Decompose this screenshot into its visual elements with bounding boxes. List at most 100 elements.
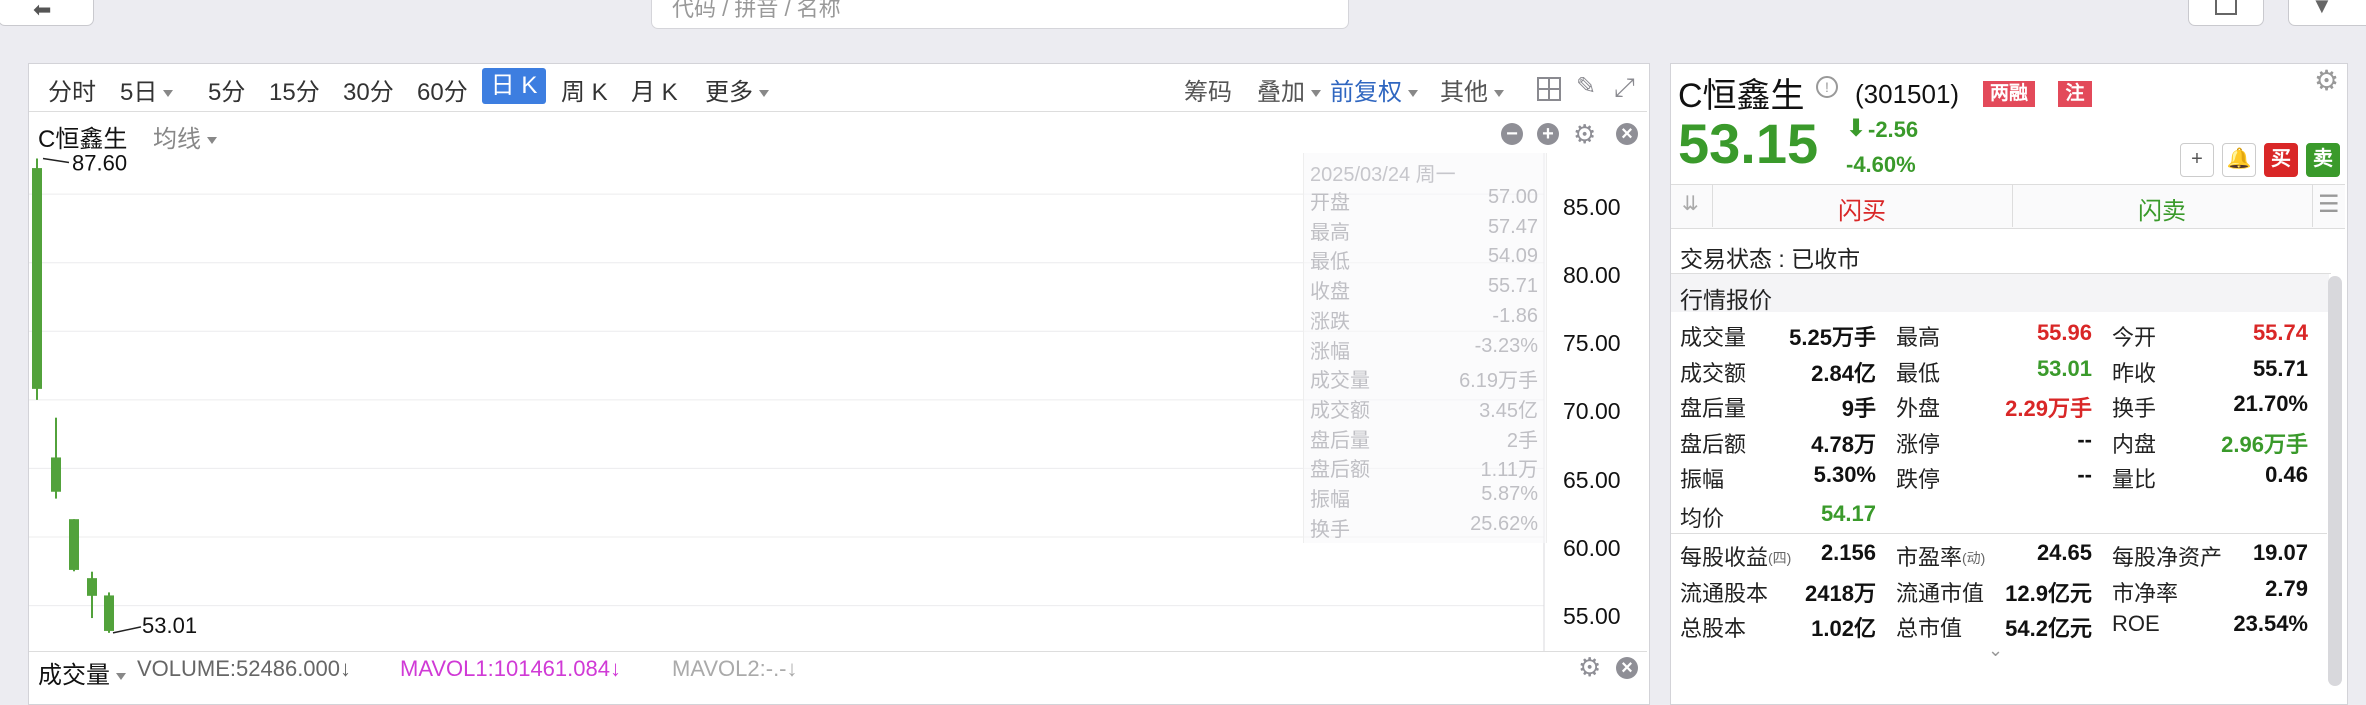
price-axis-label: 60.00 xyxy=(1563,535,1621,561)
tab-15min[interactable]: 15分 xyxy=(269,72,320,107)
quote-value: 21.70% xyxy=(2233,391,2308,416)
quote-key-sub: (动) xyxy=(1962,550,1986,566)
hover-info-key: 盘后量 xyxy=(1310,429,1370,452)
quote-key: 量比 xyxy=(2112,467,2157,492)
grid-divider xyxy=(1671,533,2327,534)
menu-icon[interactable]: ☰ xyxy=(2318,190,2340,219)
quote-value: 2.79 xyxy=(2265,575,2308,601)
pencil-icon[interactable]: ✎ xyxy=(1576,72,1596,101)
quote-key: 跌停 xyxy=(1896,467,1941,492)
other-button[interactable]: 其他 xyxy=(1440,72,1504,107)
arrow-left-icon: ⬅ xyxy=(33,0,52,22)
collapse-icon[interactable]: ⇊ xyxy=(1682,191,1699,216)
quote-key: 盘后量 xyxy=(1680,396,1747,421)
hover-info-value: 2手 xyxy=(1506,429,1538,452)
tab-more[interactable]: 更多 xyxy=(705,72,769,107)
quote-key: 总市值 xyxy=(1896,616,1963,641)
price-axis-label: 80.00 xyxy=(1563,262,1621,288)
flash-buy-button[interactable]: 闪买 xyxy=(1712,191,2012,226)
tab-60min[interactable]: 60分 xyxy=(417,72,468,107)
tab-fenshi[interactable]: 分时 xyxy=(48,72,96,107)
candle-body xyxy=(69,519,79,570)
chips-button[interactable]: 筹码 xyxy=(1184,72,1232,107)
volume-settings-icon[interactable]: ⚙ xyxy=(1578,652,1601,683)
register-badge: 注 xyxy=(2058,81,2092,107)
hover-info-value: 57.47 xyxy=(1487,215,1538,238)
candle-body xyxy=(51,457,61,492)
add-watchlist-button[interactable]: + xyxy=(2180,143,2214,177)
tab-30min[interactable]: 30分 xyxy=(343,72,394,107)
quote-value: 55.96 xyxy=(2036,320,2092,345)
back-button[interactable]: ⬅ xyxy=(0,0,94,26)
tab-weekly-k[interactable]: 周 K xyxy=(561,72,608,107)
volume-close-icon[interactable]: × xyxy=(1616,657,1638,679)
tab-5min[interactable]: 5分 xyxy=(208,72,245,107)
tab-5day[interactable]: 5日 xyxy=(120,72,173,107)
grid-layout-icon[interactable] xyxy=(1537,77,1561,101)
tab-daily-k[interactable]: 日 K xyxy=(482,68,546,104)
avg-price-value: 54.17 xyxy=(1820,501,1876,526)
fullscreen-icon[interactable]: ⤢ xyxy=(1614,72,1635,104)
price-axis-label: 85.00 xyxy=(1563,194,1621,220)
price-axis-label: 70.00 xyxy=(1563,398,1621,424)
chart-close-icon[interactable]: × xyxy=(1616,123,1638,145)
chart-settings-icon[interactable]: ⚙ xyxy=(1573,119,1596,150)
buy-button[interactable]: 买 xyxy=(2264,143,2298,177)
quote-key: 每股收益 xyxy=(1680,545,1769,570)
quote-value: 23.54% xyxy=(2233,611,2308,636)
quote-value: 2.96万手 xyxy=(2221,431,2308,457)
hover-info-key: 成交量 xyxy=(1310,370,1370,393)
zoom-in-icon[interactable]: + xyxy=(1537,123,1559,145)
hover-info-key: 开盘 xyxy=(1310,192,1350,214)
quote-value: 24.65 xyxy=(2036,540,2092,565)
plus-icon: + xyxy=(2191,148,2203,170)
volume-divider xyxy=(29,651,1647,652)
volume-select[interactable]: 成交量 xyxy=(38,655,126,690)
quote-value: 2.29万手 xyxy=(2005,396,2092,421)
hover-info-key: 盘后额 xyxy=(1310,459,1370,482)
quote-code: (301501) xyxy=(1855,79,1960,109)
hover-info-value: 1.11万 xyxy=(1480,459,1538,482)
price-axis-label: 65.00 xyxy=(1563,467,1621,493)
overlay-button[interactable]: 叠加 xyxy=(1257,72,1321,107)
quote-value: 5.25万手 xyxy=(1789,325,1876,350)
search-input[interactable]: 代码 / 拼音 / 名称 xyxy=(651,0,1349,29)
avg-price-label: 均价 xyxy=(1680,506,1725,531)
expand-icon[interactable]: ⌄ xyxy=(1988,640,2003,661)
quote-key: ROE xyxy=(2112,611,2160,636)
trade-status: 交易状态 : 已收市 xyxy=(1680,246,1861,272)
window-button[interactable] xyxy=(2188,0,2264,26)
zoom-out-icon[interactable]: − xyxy=(1501,123,1523,145)
quote-settings-icon[interactable]: ⚙ xyxy=(2314,64,2339,97)
quote-key: 市净率 xyxy=(2112,580,2179,606)
theme-button[interactable]: ▼ xyxy=(2288,0,2366,26)
info-icon[interactable]: ! xyxy=(1816,76,1838,98)
alert-button[interactable]: 🔔 xyxy=(2222,143,2256,177)
quote-value: 12.9亿元 xyxy=(2005,580,2092,606)
sell-button[interactable]: 卖 xyxy=(2306,143,2340,177)
annotation-label: 53.01 xyxy=(142,613,197,638)
down-arrow-icon: ⬇ xyxy=(1846,115,1867,142)
hover-info-value: 5.87% xyxy=(1481,483,1538,505)
mavol2-value: MAVOL2:-.-↓ xyxy=(672,656,798,681)
hover-info-key: 收盘 xyxy=(1310,281,1350,304)
annotations: 87.60 53.01 xyxy=(42,153,197,638)
quote-key: 总股本 xyxy=(1680,616,1747,641)
quote-key: 成交量 xyxy=(1680,325,1747,350)
quote-value: 2418万 xyxy=(1805,580,1876,606)
quote-key: 成交额 xyxy=(1680,360,1747,386)
volume-value: VOLUME:52486.000↓ xyxy=(137,656,352,681)
indicator-select[interactable]: 均线 xyxy=(153,119,217,154)
flash-sell-button[interactable]: 闪卖 xyxy=(2012,191,2312,226)
adjust-button[interactable]: 前复权 xyxy=(1330,72,1418,107)
candle-body xyxy=(104,595,114,631)
hover-info-value: 6.19万手 xyxy=(1459,370,1538,393)
quote-scrollbar[interactable] xyxy=(2328,276,2342,686)
toolbar-divider xyxy=(29,111,1647,112)
tab-monthly-k[interactable]: 月 K xyxy=(631,72,678,107)
hover-info-key: 涨幅 xyxy=(1310,340,1350,363)
quote-value: 55.74 xyxy=(2252,320,2308,345)
search-placeholder: 代码 / 拼音 / 名称 xyxy=(672,0,841,21)
hover-info-key: 成交额 xyxy=(1310,399,1370,422)
quote-value: 1.02亿 xyxy=(1811,616,1876,641)
